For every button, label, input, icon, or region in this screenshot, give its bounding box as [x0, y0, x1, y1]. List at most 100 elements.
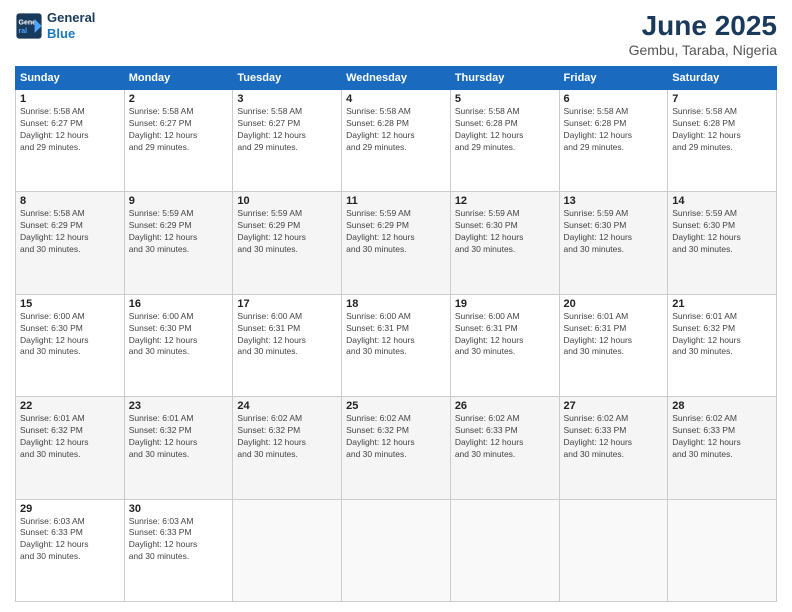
calendar-cell: 18Sunrise: 6:00 AM Sunset: 6:31 PM Dayli… — [342, 294, 451, 396]
calendar-cell — [668, 499, 777, 601]
calendar-cell: 27Sunrise: 6:02 AM Sunset: 6:33 PM Dayli… — [559, 397, 668, 499]
day-number: 3 — [237, 93, 337, 105]
day-number: 22 — [20, 400, 120, 412]
calendar-cell: 17Sunrise: 6:00 AM Sunset: 6:31 PM Dayli… — [233, 294, 342, 396]
day-number: 27 — [564, 400, 664, 412]
day-number: 30 — [129, 503, 229, 515]
day-info: Sunrise: 6:00 AM Sunset: 6:31 PM Dayligh… — [237, 311, 337, 359]
logo-icon: Gene ral — [15, 12, 43, 40]
day-number: 11 — [346, 195, 446, 207]
calendar-cell — [233, 499, 342, 601]
day-number: 23 — [129, 400, 229, 412]
day-number: 18 — [346, 298, 446, 310]
day-info: Sunrise: 5:59 AM Sunset: 6:29 PM Dayligh… — [129, 208, 229, 256]
svg-text:ral: ral — [19, 28, 28, 35]
day-number: 8 — [20, 195, 120, 207]
title-block: June 2025 Gembu, Taraba, Nigeria — [629, 10, 777, 58]
calendar-cell: 8Sunrise: 5:58 AM Sunset: 6:29 PM Daylig… — [16, 192, 125, 294]
logo-line1: General — [47, 10, 95, 26]
day-info: Sunrise: 6:02 AM Sunset: 6:33 PM Dayligh… — [455, 413, 555, 461]
day-info: Sunrise: 6:03 AM Sunset: 6:33 PM Dayligh… — [129, 516, 229, 564]
calendar-cell: 25Sunrise: 6:02 AM Sunset: 6:32 PM Dayli… — [342, 397, 451, 499]
calendar-day-header: Sunday — [16, 67, 125, 90]
calendar-day-header: Tuesday — [233, 67, 342, 90]
day-number: 2 — [129, 93, 229, 105]
day-info: Sunrise: 6:00 AM Sunset: 6:31 PM Dayligh… — [455, 311, 555, 359]
calendar-cell: 21Sunrise: 6:01 AM Sunset: 6:32 PM Dayli… — [668, 294, 777, 396]
day-info: Sunrise: 5:59 AM Sunset: 6:29 PM Dayligh… — [237, 208, 337, 256]
day-info: Sunrise: 5:59 AM Sunset: 6:29 PM Dayligh… — [346, 208, 446, 256]
day-info: Sunrise: 5:58 AM Sunset: 6:27 PM Dayligh… — [237, 106, 337, 154]
calendar-cell: 26Sunrise: 6:02 AM Sunset: 6:33 PM Dayli… — [450, 397, 559, 499]
calendar-cell: 12Sunrise: 5:59 AM Sunset: 6:30 PM Dayli… — [450, 192, 559, 294]
day-number: 6 — [564, 93, 664, 105]
day-number: 9 — [129, 195, 229, 207]
day-info: Sunrise: 6:00 AM Sunset: 6:30 PM Dayligh… — [20, 311, 120, 359]
logo: Gene ral General Blue — [15, 10, 95, 41]
calendar-cell: 16Sunrise: 6:00 AM Sunset: 6:30 PM Dayli… — [124, 294, 233, 396]
day-number: 28 — [672, 400, 772, 412]
calendar-cell: 7Sunrise: 5:58 AM Sunset: 6:28 PM Daylig… — [668, 90, 777, 192]
header: Gene ral General Blue June 2025 Gembu, T… — [15, 10, 777, 58]
day-number: 19 — [455, 298, 555, 310]
day-number: 7 — [672, 93, 772, 105]
day-number: 1 — [20, 93, 120, 105]
svg-text:Gene: Gene — [19, 19, 37, 26]
day-info: Sunrise: 6:01 AM Sunset: 6:32 PM Dayligh… — [20, 413, 120, 461]
calendar-week-row: 15Sunrise: 6:00 AM Sunset: 6:30 PM Dayli… — [16, 294, 777, 396]
calendar-week-row: 1 Sunrise: 5:58 AM Sunset: 6:27 PM Daylig… — [16, 90, 777, 192]
calendar-cell: 30Sunrise: 6:03 AM Sunset: 6:33 PM Dayli… — [124, 499, 233, 601]
day-number: 15 — [20, 298, 120, 310]
calendar-cell: 28Sunrise: 6:02 AM Sunset: 6:33 PM Dayli… — [668, 397, 777, 499]
calendar-cell: 9Sunrise: 5:59 AM Sunset: 6:29 PM Daylig… — [124, 192, 233, 294]
calendar-cell: 22Sunrise: 6:01 AM Sunset: 6:32 PM Dayli… — [16, 397, 125, 499]
calendar-cell: 5Sunrise: 5:58 AM Sunset: 6:28 PM Daylig… — [450, 90, 559, 192]
day-info: Sunrise: 5:59 AM Sunset: 6:30 PM Dayligh… — [672, 208, 772, 256]
day-number: 17 — [237, 298, 337, 310]
calendar-table: SundayMondayTuesdayWednesdayThursdayFrid… — [15, 66, 777, 602]
calendar-cell: 10Sunrise: 5:59 AM Sunset: 6:29 PM Dayli… — [233, 192, 342, 294]
day-number: 20 — [564, 298, 664, 310]
day-info: Sunrise: 5:58 AM Sunset: 6:28 PM Dayligh… — [346, 106, 446, 154]
calendar-cell: 4Sunrise: 5:58 AM Sunset: 6:28 PM Daylig… — [342, 90, 451, 192]
day-info: Sunrise: 6:00 AM Sunset: 6:31 PM Dayligh… — [346, 311, 446, 359]
day-number: 24 — [237, 400, 337, 412]
day-info: Sunrise: 5:59 AM Sunset: 6:30 PM Dayligh… — [564, 208, 664, 256]
calendar-cell: 29Sunrise: 6:03 AM Sunset: 6:33 PM Dayli… — [16, 499, 125, 601]
calendar-day-header: Thursday — [450, 67, 559, 90]
calendar-day-header: Monday — [124, 67, 233, 90]
calendar-cell: 14Sunrise: 5:59 AM Sunset: 6:30 PM Dayli… — [668, 192, 777, 294]
calendar-cell: 20Sunrise: 6:01 AM Sunset: 6:31 PM Dayli… — [559, 294, 668, 396]
day-info: Sunrise: 5:58 AM Sunset: 6:27 PM Dayligh… — [129, 106, 229, 154]
calendar-cell: 1Sunrise: 5:58 AM Sunset: 6:27 PM Daylig… — [16, 90, 125, 192]
day-info: Sunrise: 5:58 AM Sunset: 6:28 PM Dayligh… — [455, 106, 555, 154]
day-number: 10 — [237, 195, 337, 207]
day-number: 26 — [455, 400, 555, 412]
day-number: 29 — [20, 503, 120, 515]
day-info: Sunrise: 6:03 AM Sunset: 6:33 PM Dayligh… — [20, 516, 120, 564]
calendar-cell — [559, 499, 668, 601]
day-info: Sunrise: 6:02 AM Sunset: 6:32 PM Dayligh… — [237, 413, 337, 461]
calendar-day-header: Saturday — [668, 67, 777, 90]
day-info: Sunrise: 5:58 AM Sunset: 6:29 PM Dayligh… — [20, 208, 120, 256]
logo-line2: Blue — [47, 26, 95, 42]
day-number: 16 — [129, 298, 229, 310]
main-title: June 2025 — [629, 10, 777, 42]
calendar-day-header: Friday — [559, 67, 668, 90]
day-number: 4 — [346, 93, 446, 105]
logo-text: General Blue — [47, 10, 95, 41]
day-info: Sunrise: 6:01 AM Sunset: 6:32 PM Dayligh… — [672, 311, 772, 359]
calendar-cell: 13Sunrise: 5:59 AM Sunset: 6:30 PM Dayli… — [559, 192, 668, 294]
day-info: Sunrise: 6:02 AM Sunset: 6:33 PM Dayligh… — [672, 413, 772, 461]
day-info: Sunrise: 5:58 AM Sunset: 6:28 PM Dayligh… — [672, 106, 772, 154]
calendar-cell: 24Sunrise: 6:02 AM Sunset: 6:32 PM Dayli… — [233, 397, 342, 499]
day-info: Sunrise: 5:59 AM Sunset: 6:30 PM Dayligh… — [455, 208, 555, 256]
subtitle: Gembu, Taraba, Nigeria — [629, 42, 777, 58]
calendar-day-header: Wednesday — [342, 67, 451, 90]
day-info: Sunrise: 5:58 AM Sunset: 6:28 PM Dayligh… — [564, 106, 664, 154]
calendar-header-row: SundayMondayTuesdayWednesdayThursdayFrid… — [16, 67, 777, 90]
day-number: 13 — [564, 195, 664, 207]
day-number: 12 — [455, 195, 555, 207]
day-info: Sunrise: 6:01 AM Sunset: 6:32 PM Dayligh… — [129, 413, 229, 461]
calendar-cell: 3Sunrise: 5:58 AM Sunset: 6:27 PM Daylig… — [233, 90, 342, 192]
